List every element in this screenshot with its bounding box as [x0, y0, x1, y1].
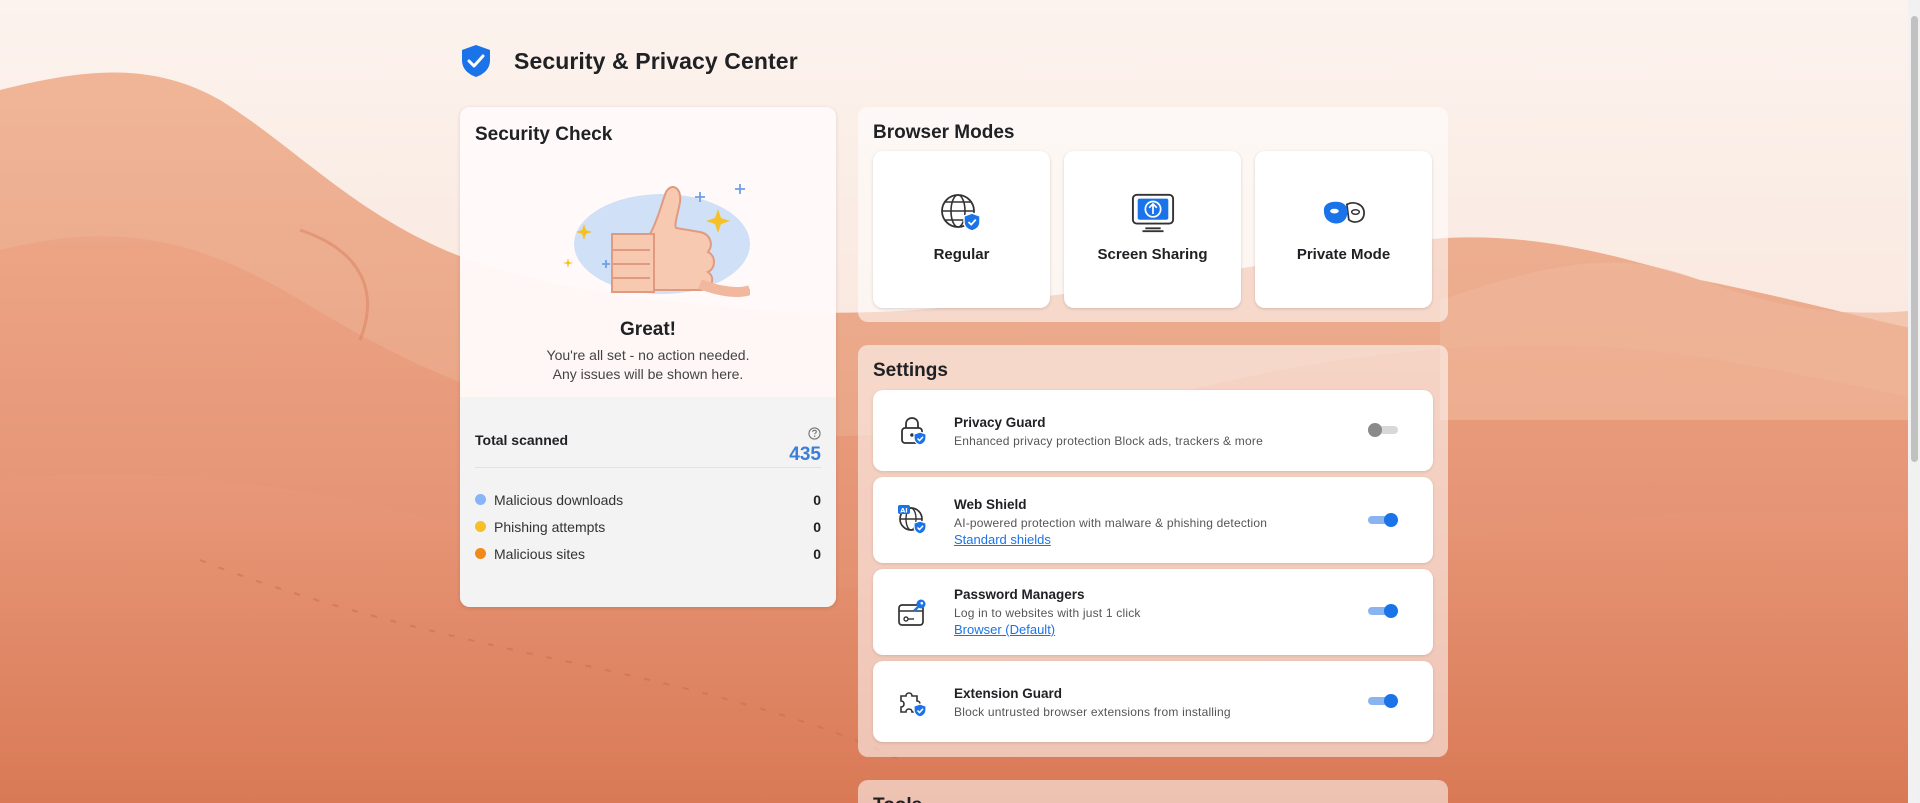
stat-value: 0 [813, 545, 821, 562]
stat-phishing-attempts: Phishing attempts 0 [475, 513, 821, 540]
setting-description: Enhanced privacy protection Block ads, t… [954, 434, 1263, 448]
stat-value: 0 [813, 491, 821, 508]
lock-shield-icon [901, 417, 927, 445]
toggle-knob [1368, 423, 1382, 437]
toggle-knob [1384, 513, 1398, 527]
mode-label: Regular [933, 246, 990, 263]
ai-globe-shield-icon: AI [898, 505, 927, 534]
stat-malicious-sites: Malicious sites 0 [475, 540, 821, 567]
screen-share-icon [1131, 193, 1174, 233]
thumbs-up-illustration-icon [563, 184, 750, 297]
scan-stats-panel: Total scanned 435 Malicious downloads 0 … [460, 397, 836, 607]
toggle-knob [1384, 694, 1398, 708]
threat-stats-list: Malicious downloads 0 Phishing attempts … [475, 486, 821, 567]
password-managers-toggle[interactable] [1368, 604, 1398, 618]
setting-description: Log in to websites with just 1 click [954, 606, 1141, 620]
extension-guard-toggle[interactable] [1368, 694, 1398, 708]
web-shield-toggle[interactable] [1368, 513, 1398, 527]
security-check-summary: Security Check Great! You're all set - n… [460, 107, 836, 397]
page-scrollbar[interactable] [1908, 0, 1920, 803]
mode-label: Screen Sharing [1097, 246, 1208, 263]
mode-private-button[interactable]: Private Mode [1255, 151, 1432, 308]
setting-title: Web Shield [954, 497, 1027, 512]
status-title: Great! [620, 319, 676, 340]
setting-title: Privacy Guard [954, 415, 1046, 430]
tools-title: Tools [873, 795, 922, 803]
setting-web-shield: AI Web Shield AI-powered protection with… [873, 477, 1433, 563]
setting-description: AI-powered protection with malware & phi… [954, 516, 1268, 530]
standard-shields-link[interactable]: Standard shields [954, 532, 1051, 547]
stat-value: 0 [813, 518, 821, 535]
stat-label: Malicious downloads [494, 491, 624, 508]
stat-color-dot [475, 548, 486, 559]
security-check-card: Security Check Great! You're all set - n… [460, 107, 836, 607]
mask-icon [1323, 201, 1365, 224]
setting-title: Extension Guard [954, 686, 1063, 701]
toggle-knob [1384, 604, 1398, 618]
password-manager-link[interactable]: Browser (Default) [954, 622, 1055, 637]
stat-malicious-downloads: Malicious downloads 0 [475, 486, 821, 513]
stat-label: Malicious sites [494, 545, 586, 562]
settings-title: Settings [873, 360, 948, 381]
scrollbar-thumb[interactable] [1911, 16, 1918, 462]
setting-extension-guard: Extension Guard Block untrusted browser … [873, 661, 1433, 742]
help-icon[interactable] [808, 427, 821, 440]
key-card-icon [898, 599, 926, 626]
app-root: Security & Privacy Center Security Check… [0, 0, 1920, 803]
globe-shield-icon [940, 194, 981, 232]
tools-card: Tools [858, 780, 1448, 803]
page-title: Security & Privacy Center [514, 47, 798, 74]
stat-label: Phishing attempts [494, 518, 606, 535]
stat-color-dot [475, 494, 486, 505]
setting-title: Password Managers [954, 587, 1085, 602]
stat-color-dot [475, 521, 486, 532]
settings-card: Settings Privacy Guard Enhanced privacy … [858, 345, 1448, 757]
total-scanned-label: Total scanned [475, 432, 569, 448]
total-scanned-value: 435 [789, 444, 821, 465]
total-scanned-row: Total scanned 435 [475, 397, 821, 468]
browser-modes-title: Browser Modes [873, 122, 1015, 143]
mode-screen-sharing-button[interactable]: Screen Sharing [1064, 151, 1241, 308]
puzzle-shield-icon [900, 692, 927, 717]
mode-label: Private Mode [1296, 246, 1391, 263]
status-message-line-2: Any issues will be shown here. [552, 366, 744, 382]
shield-check-icon [462, 45, 490, 77]
browser-modes-card: Browser Modes Regular Screen Sharing Pri… [858, 107, 1448, 322]
setting-description: Block untrusted browser extensions from … [954, 705, 1231, 719]
svg-text:AI: AI [900, 506, 907, 514]
privacy-guard-toggle[interactable] [1368, 423, 1398, 437]
setting-password-managers: Password Managers Log in to websites wit… [873, 569, 1433, 655]
page-header: Security & Privacy Center [460, 44, 798, 78]
setting-privacy-guard: Privacy Guard Enhanced privacy protectio… [873, 390, 1433, 471]
status-message-line-1: You're all set - no action needed. [546, 347, 750, 363]
security-check-title: Security Check [475, 124, 613, 145]
mode-regular-button[interactable]: Regular [873, 151, 1050, 308]
